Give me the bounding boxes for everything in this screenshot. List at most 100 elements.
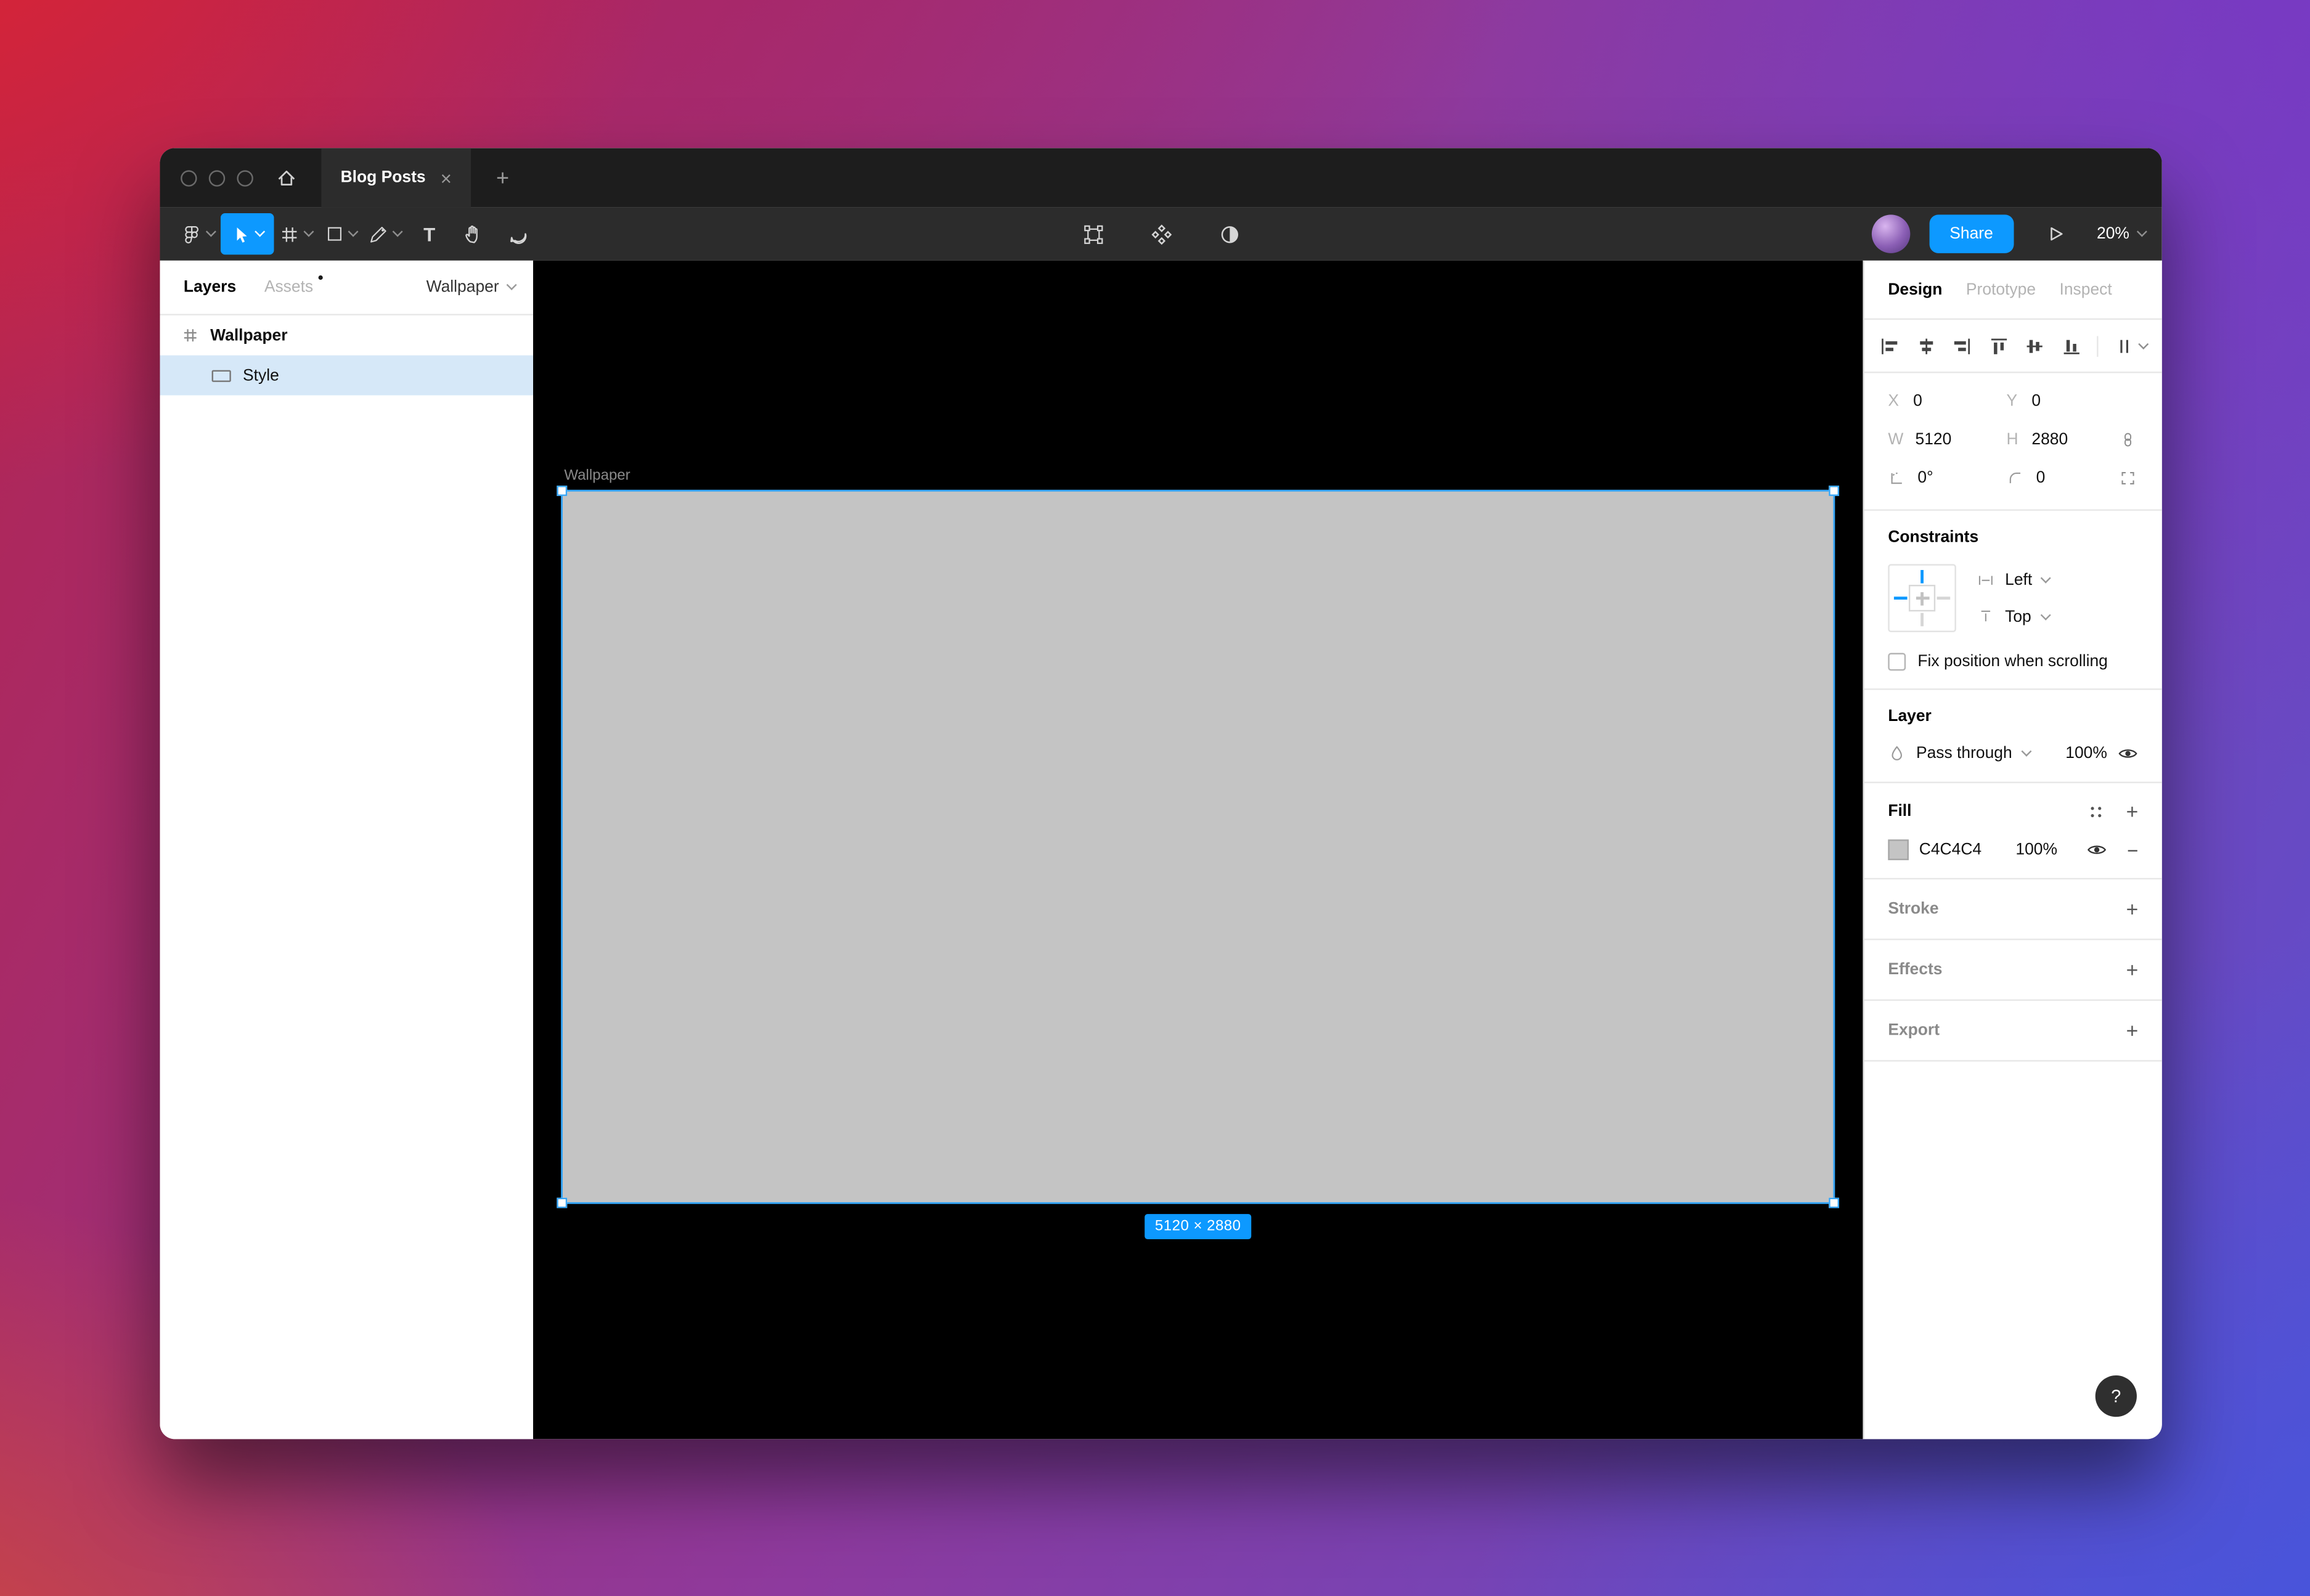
independent-corners-button[interactable] (2119, 470, 2137, 487)
component-icon (1150, 223, 1172, 245)
window-zoom-button[interactable] (237, 169, 253, 185)
tab-prototype[interactable]: Prototype (1966, 280, 2036, 298)
add-stroke-button[interactable]: + (2126, 898, 2139, 919)
constraints-section: Constraints (1864, 511, 2162, 690)
x-field[interactable]: X 0 (1888, 393, 2006, 410)
zoom-menu-button[interactable]: 20% (2097, 225, 2145, 243)
move-tool-button[interactable] (221, 213, 274, 254)
y-value[interactable]: 0 (2031, 393, 2041, 410)
rotation-field[interactable]: 0° (1888, 470, 2006, 487)
window-close-button[interactable] (181, 169, 197, 185)
w-value[interactable]: 5120 (1916, 431, 1952, 449)
h-value[interactable]: 2880 (2031, 431, 2068, 449)
assets-updates-dot (317, 275, 322, 280)
new-tab-button[interactable]: + (496, 166, 509, 189)
width-field[interactable]: W 5120 (1888, 431, 2006, 449)
constraint-bottom-tick[interactable] (1921, 613, 1924, 627)
vertical-constraint-select[interactable]: Top (1977, 608, 2050, 625)
stage: Blog Posts × + (0, 0, 2310, 1596)
selected-rectangle[interactable] (563, 492, 1833, 1202)
layer-opacity-value[interactable]: 100% (2065, 745, 2107, 763)
height-field[interactable]: H 2880 (2007, 431, 2120, 449)
constrain-proportions-button[interactable] (2119, 431, 2137, 449)
text-tool-button[interactable]: T (407, 213, 452, 254)
align-right-button[interactable] (1952, 335, 1973, 356)
fix-position-row[interactable]: Fix position when scrolling (1888, 653, 2138, 671)
page-selector[interactable]: Wallpaper (426, 279, 515, 296)
chevron-down-icon (2137, 227, 2147, 237)
tab-close-icon[interactable]: × (441, 168, 452, 187)
window-minimize-button[interactable] (209, 169, 225, 185)
hand-tool-button[interactable] (452, 213, 496, 254)
align-horizontal-center-button[interactable] (1916, 335, 1937, 356)
figma-logo-icon (182, 224, 202, 243)
fill-section: Fill + C4C4C4 100% (1864, 783, 2162, 879)
selection-handle-top-right[interactable] (1829, 486, 1839, 496)
corner-radius-icon (2007, 470, 2025, 487)
add-export-button[interactable]: + (2126, 1020, 2139, 1041)
horizontal-constraint-select[interactable]: Left (1977, 571, 2050, 588)
inspector-tabs: Design Prototype Inspect (1864, 261, 2162, 320)
layer-row-style[interactable]: Style (160, 356, 533, 396)
fill-hex-value[interactable]: C4C4C4 (1919, 841, 1981, 859)
constraint-top-tick[interactable] (1921, 570, 1924, 584)
selection-handle-top-left[interactable] (557, 486, 567, 496)
use-as-mask-button[interactable] (1207, 213, 1251, 254)
rotation-value[interactable]: 0° (1917, 470, 1933, 487)
create-component-button[interactable] (1139, 213, 1183, 254)
help-button[interactable]: ? (2096, 1375, 2137, 1417)
frame-name-label[interactable]: Wallpaper (564, 468, 630, 484)
fill-styles-icon[interactable] (2086, 802, 2105, 821)
remove-fill-button[interactable]: − (2127, 840, 2138, 859)
layer-visibility-eye-icon[interactable] (2118, 743, 2139, 764)
fill-color-swatch[interactable] (1888, 839, 1909, 860)
user-avatar[interactable] (1871, 214, 1909, 253)
chevron-down-icon (255, 227, 265, 237)
selection-handle-bottom-right[interactable] (1829, 1198, 1839, 1208)
chevron-down-icon (206, 227, 216, 237)
main-menu-button[interactable] (176, 213, 221, 254)
y-field[interactable]: Y 0 (2007, 393, 2120, 410)
align-left-button[interactable] (1879, 335, 1900, 356)
corner-radius-value[interactable]: 0 (2036, 470, 2046, 487)
add-effect-button[interactable]: + (2126, 959, 2139, 980)
distribute-menu-button[interactable] (2115, 335, 2147, 356)
selection-handle-bottom-left[interactable] (557, 1198, 567, 1208)
stroke-section: Stroke + (1864, 879, 2162, 940)
page-selector-label: Wallpaper (426, 279, 499, 296)
fill-row: C4C4C4 100% − (1888, 839, 2138, 860)
file-tab[interactable]: Blog Posts × (321, 148, 471, 207)
w-label: W (1888, 431, 1903, 449)
edit-object-button[interactable] (1071, 213, 1115, 254)
constraints-widget[interactable] (1888, 564, 1956, 632)
comment-tool-button[interactable] (496, 213, 541, 254)
tab-design[interactable]: Design (1888, 280, 1942, 298)
x-value[interactable]: 0 (1913, 393, 1922, 410)
blend-mode-select[interactable]: Pass through (1916, 745, 2012, 763)
constraint-right-tick[interactable] (1937, 597, 1951, 600)
align-top-button[interactable] (1988, 335, 2009, 356)
constraint-left-tick[interactable] (1894, 597, 1908, 600)
canvas[interactable]: Wallpaper 5120 × 2880 (533, 261, 1863, 1439)
corner-radius-field[interactable]: 0 (2007, 470, 2120, 487)
align-vertical-center-button[interactable] (2025, 335, 2046, 356)
align-bottom-button[interactable] (2061, 335, 2082, 356)
shape-tool-button[interactable] (319, 213, 363, 254)
fill-opacity-value[interactable]: 100% (2015, 841, 2057, 859)
pen-tool-button[interactable] (363, 213, 407, 254)
home-button[interactable] (275, 166, 298, 189)
horizontal-constraint-value: Left (2005, 571, 2032, 588)
add-fill-button[interactable]: + (2126, 801, 2139, 822)
frame-tool-button[interactable] (274, 213, 318, 254)
layer-section: Layer Pass through 100% (1864, 690, 2162, 783)
tab-assets[interactable]: Assets (264, 279, 313, 296)
layer-row-wallpaper[interactable]: Wallpaper (160, 316, 533, 356)
tab-layers[interactable]: Layers (184, 279, 236, 296)
fill-visibility-eye-icon[interactable] (2087, 839, 2108, 860)
share-button[interactable]: Share (1929, 214, 2014, 253)
fix-position-checkbox[interactable] (1888, 653, 1906, 671)
present-button[interactable] (2033, 213, 2078, 254)
rotation-icon (1888, 470, 1906, 487)
tab-inspect[interactable]: Inspect (2059, 280, 2112, 298)
traffic-lights (181, 169, 253, 185)
